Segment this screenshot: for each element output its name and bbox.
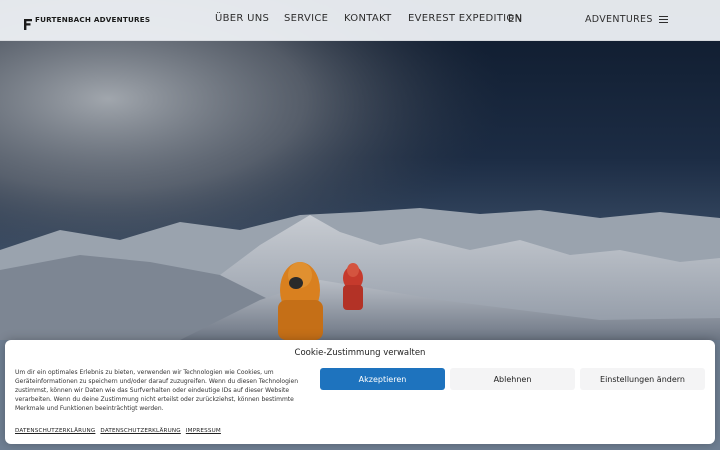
adventures-menu-button[interactable]: ADVENTURES [585, 14, 668, 25]
hamburger-menu-icon [658, 16, 668, 23]
adventures-menu-label: ADVENTURES [585, 14, 653, 25]
cookie-consent-dialog: Cookie-Zustimmung verwalten Um dir ein o… [5, 340, 715, 444]
cookie-dialog-title: Cookie-Zustimmung verwalten [294, 348, 426, 358]
logo-text: FURTENBACH ADVENTURES [35, 15, 151, 25]
nav-everest-expedition[interactable]: EVEREST EXPEDITION [408, 13, 522, 25]
imprint-link[interactable]: IMPRESSUM [186, 428, 221, 434]
cookie-dialog-links: DATENSCHUTZERKLÄRUNG DATENSCHUTZERKLÄRUN… [15, 428, 221, 434]
privacy-policy-link-2[interactable]: DATENSCHUTZERKLÄRUNG [100, 428, 180, 434]
climber-figure [278, 262, 323, 340]
top-navigation: FURTENBACH ADVENTURES ÜBER UNS SERVICE K… [0, 0, 720, 41]
nav-ueber-uns[interactable]: ÜBER UNS [215, 13, 269, 25]
cookie-dialog-text: Um dir ein optimales Erlebnis zu bieten,… [15, 369, 299, 413]
logo-mark-icon [24, 15, 32, 30]
language-switch[interactable]: EN [508, 14, 522, 26]
climber-figure-2 [343, 263, 363, 310]
nav-service[interactable]: SERVICE [284, 13, 328, 25]
nav-kontakt[interactable]: KONTAKT [344, 13, 392, 25]
accept-cookies-button[interactable]: Akzeptieren [320, 368, 445, 390]
privacy-policy-link[interactable]: DATENSCHUTZERKLÄRUNG [15, 428, 95, 434]
brand-logo[interactable]: FURTENBACH ADVENTURES [24, 14, 151, 30]
cookie-settings-button[interactable]: Einstellungen ändern [580, 368, 705, 390]
deny-cookies-button[interactable]: Ablehnen [450, 368, 575, 390]
